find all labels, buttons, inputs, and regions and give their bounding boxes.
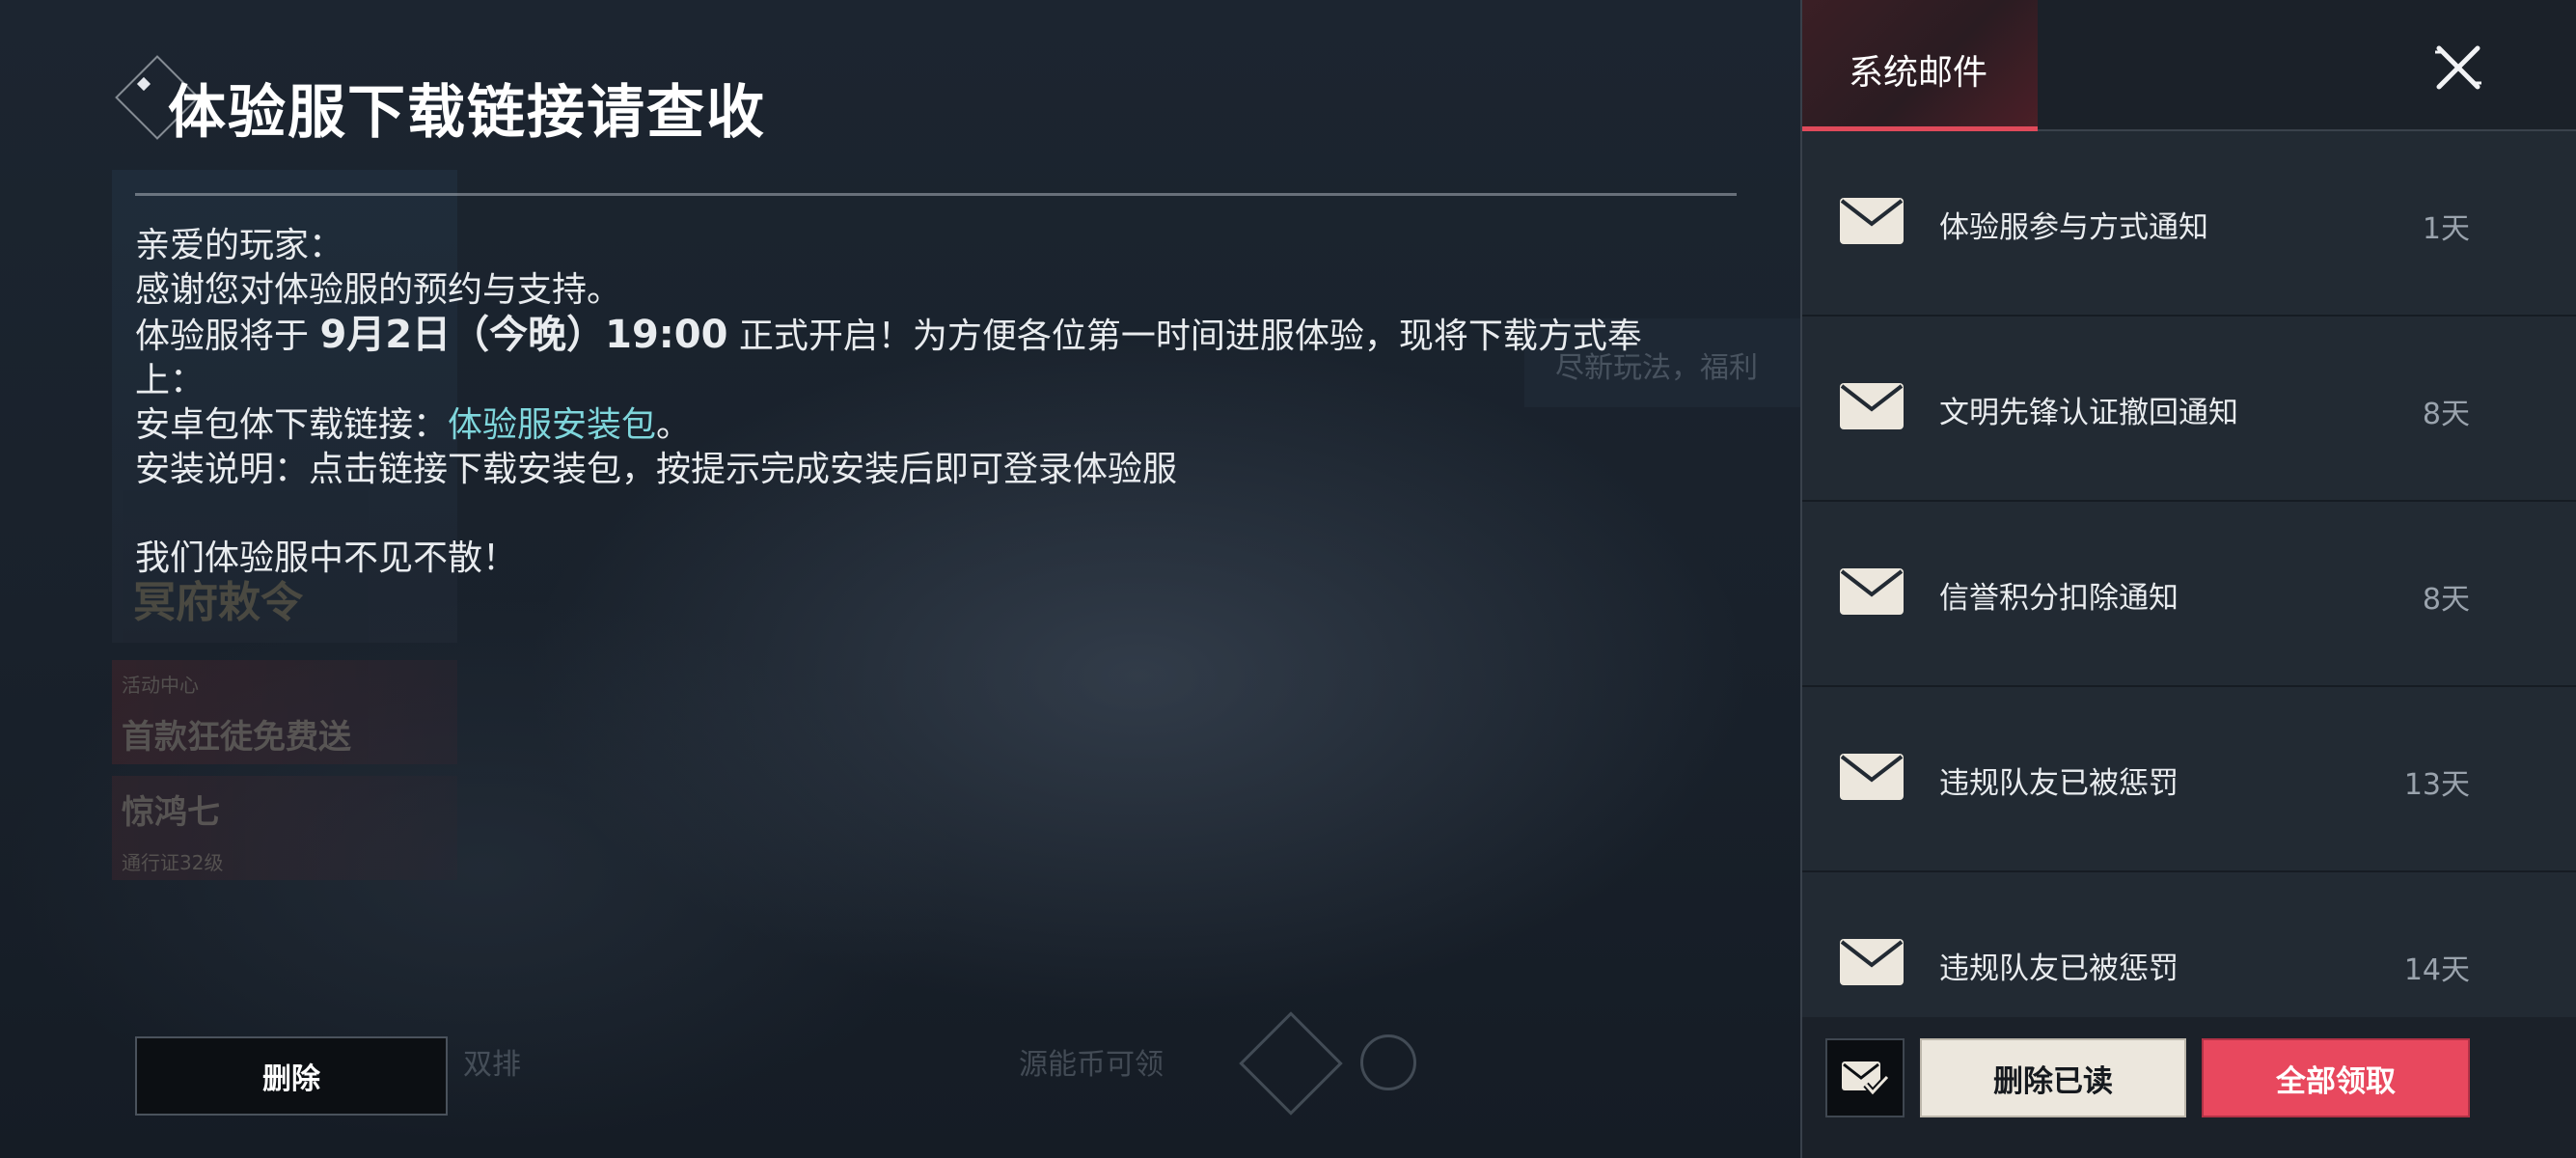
mail-list-item[interactable]: 违规队友已被惩罚 14天 bbox=[1802, 872, 2576, 1017]
close-button[interactable] bbox=[2420, 29, 2497, 106]
title-divider bbox=[135, 193, 1737, 196]
envelope-icon bbox=[1840, 754, 1904, 800]
mail-android-line: 安卓包体下载链接：体验服安装包。 bbox=[135, 403, 1698, 448]
background-home-icon bbox=[1239, 1011, 1343, 1116]
background-event-card: 活动中心 首款狂徒免费送 bbox=[112, 660, 457, 764]
background-card-title: 首款狂徒免费送 bbox=[122, 718, 351, 757]
mail-list-item[interactable]: 违规队友已被惩罚 13天 bbox=[1802, 687, 2576, 872]
mail-subject: 违规队友已被惩罚 bbox=[1939, 951, 2179, 986]
mail-subject: 违规队友已被惩罚 bbox=[1939, 766, 2179, 801]
mail-greeting: 亲爱的玩家： bbox=[135, 226, 344, 265]
envelope-icon bbox=[1840, 198, 1904, 244]
mail-open-line: 体验服将于 9月2日（今晚）19:00 正式开启！为方便各位第一时间进服体验，现… bbox=[135, 313, 1698, 359]
mail-subject: 信誉积分扣除通知 bbox=[1939, 581, 2179, 616]
panel-footer: 删除已读 全部领取 bbox=[1802, 1017, 2576, 1158]
game-screen: 冥府敕令 活动中心 首款狂徒免费送 惊鸿七 通行证32级 尽新玩法，福利 双排 … bbox=[0, 0, 2576, 1158]
mail-age: 8天 bbox=[2422, 398, 2470, 431]
mail-install-line: 安装说明：点击链接下载安装包，按提示完成安装后即可登录体验服 bbox=[135, 450, 1178, 489]
mail-android-suffix: 。 bbox=[656, 405, 692, 445]
mail-farewell: 我们体验服中不见不散！ bbox=[135, 538, 518, 578]
mail-blank-line bbox=[135, 492, 1698, 537]
delete-read-button[interactable]: 删除已读 bbox=[1920, 1038, 2186, 1117]
delete-button[interactable]: 删除 bbox=[135, 1036, 448, 1116]
mark-read-button[interactable] bbox=[1825, 1038, 1905, 1117]
background-mode-label: 双排 bbox=[463, 1048, 521, 1082]
mail-open-prefix: 体验服将于 bbox=[135, 317, 310, 356]
mail-android-prefix: 安卓包体下载链接： bbox=[135, 405, 449, 445]
panel-header: 系统邮件 bbox=[1802, 0, 2576, 131]
envelope-icon bbox=[1840, 939, 1904, 985]
envelope-icon bbox=[1840, 568, 1904, 615]
mail-open-wrap: 上： bbox=[135, 361, 206, 400]
background-card-tag: 活动中心 bbox=[122, 674, 199, 697]
mail-list-item[interactable]: 文明先锋认证撤回通知 8天 bbox=[1802, 317, 2576, 502]
mail-subject: 体验服参与方式通知 bbox=[1939, 210, 2208, 245]
mail-list-item[interactable]: 体验服参与方式通知 1天 bbox=[1802, 131, 2576, 317]
mail-list: 体验服参与方式通知 1天 文明先锋认证撤回通知 8天 信誉积分扣除通知 8天 违… bbox=[1802, 131, 2576, 1017]
mail-age: 8天 bbox=[2422, 583, 2470, 617]
envelope-check-icon bbox=[1842, 1062, 1889, 1098]
claim-all-button[interactable]: 全部领取 bbox=[2202, 1038, 2470, 1117]
background-pass-card: 惊鸿七 通行证32级 bbox=[112, 776, 457, 880]
background-card-title: 惊鸿七 bbox=[122, 793, 220, 832]
mail-title: 体验服下载链接请查收 bbox=[168, 79, 766, 147]
close-icon bbox=[2435, 45, 2481, 90]
background-coin-label: 源能币可领 bbox=[1019, 1048, 1164, 1082]
mail-open-date: 9月2日（今晚）19:00 bbox=[319, 313, 728, 357]
mail-open-suffix: 正式开启！为方便各位第一时间进服体验，现将下载方式奉 bbox=[738, 317, 1642, 356]
mail-thanks: 感谢您对体验服的预约与支持。 bbox=[135, 270, 622, 310]
mail-age: 13天 bbox=[2403, 768, 2470, 802]
mail-list-item[interactable]: 信誉积分扣除通知 8天 bbox=[1802, 502, 2576, 687]
system-mail-panel: 系统邮件 体验服参与方式通知 1天 文明先锋认证撤回通知 8天 信誉积分扣除通知… bbox=[1800, 0, 2576, 1158]
mail-body: 亲爱的玩家： 感谢您对体验服的预约与支持。 体验服将于 9月2日（今晚）19:0… bbox=[135, 224, 1698, 581]
mail-age: 14天 bbox=[2403, 953, 2470, 987]
tab-system-mail[interactable]: 系统邮件 bbox=[1802, 0, 2038, 131]
envelope-icon bbox=[1840, 383, 1904, 429]
mail-age: 1天 bbox=[2422, 212, 2470, 246]
background-radar-icon bbox=[1360, 1034, 1416, 1090]
background-card-tag: 通行证32级 bbox=[122, 851, 224, 874]
mail-subject: 文明先锋认证撤回通知 bbox=[1939, 396, 2238, 430]
download-link[interactable]: 体验服安装包 bbox=[448, 405, 656, 445]
tab-system-mail-label: 系统邮件 bbox=[1849, 53, 1988, 93]
